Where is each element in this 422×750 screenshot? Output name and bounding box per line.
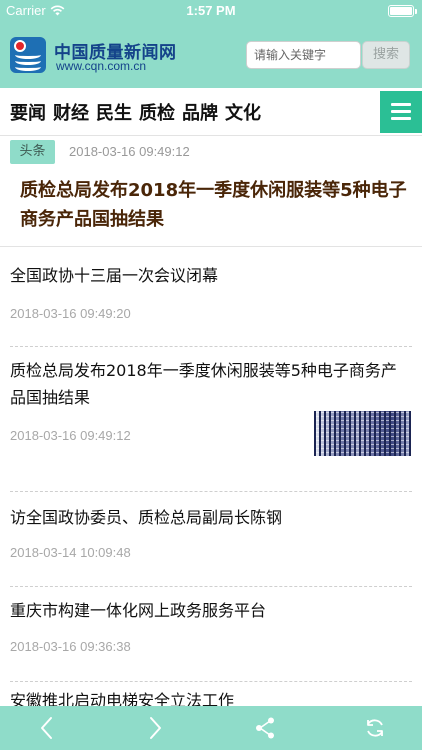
list-item[interactable]: 访全国政协委员、质检总局副局长陈钢 2018-03-14 10:09:48 [0, 492, 422, 587]
logo-url: www.cqn.com.cn [56, 59, 147, 73]
share-button[interactable] [243, 706, 287, 750]
tab-caijing[interactable]: 财经 [53, 99, 89, 125]
menu-icon[interactable] [380, 91, 422, 133]
refresh-icon [367, 719, 383, 737]
news-date: 2018-03-16 09:49:20 [10, 306, 131, 321]
tab-minsheng[interactable]: 民生 [96, 99, 132, 125]
status-bar: Carrier 1:57 PM [0, 0, 422, 22]
tab-wenhua[interactable]: 文化 [225, 99, 261, 125]
back-button[interactable] [25, 706, 69, 750]
news-title[interactable]: 重庆市构建一体化网上政务服务平台 [10, 597, 410, 624]
tab-yaowen[interactable]: 要闻 [10, 99, 46, 125]
clock: 1:57 PM [186, 3, 236, 18]
news-date: 2018-03-16 09:36:38 [10, 639, 131, 654]
headline-date: 2018-03-16 09:49:12 [69, 144, 190, 159]
news-date: 2018-03-14 10:09:48 [10, 545, 131, 560]
forward-button[interactable] [133, 706, 177, 750]
search-button[interactable]: 搜索 [362, 41, 410, 69]
news-date: 2018-03-16 09:49:12 [10, 428, 131, 443]
news-title[interactable]: 质检总局发布2018年一季度休闲服装等5种电子商务产品国抽结果 [10, 357, 412, 411]
tab-pinpai[interactable]: 品牌 [182, 99, 218, 125]
list-item[interactable]: 重庆市构建一体化网上政务服务平台 2018-03-16 09:36:38 [0, 587, 422, 682]
search-input[interactable]: 请输入关键字 [246, 41, 361, 69]
headline-card[interactable]: 头条 2018-03-16 09:49:12 质检总局发布2018年一季度休闲服… [0, 136, 422, 247]
logo-icon[interactable] [10, 37, 46, 73]
news-thumbnail[interactable] [314, 411, 411, 456]
refresh-button[interactable] [353, 706, 397, 750]
site-header: 中国质量新闻网 www.cqn.com.cn 请输入关键字 搜索 [0, 22, 422, 88]
headline-title[interactable]: 质检总局发布2018年一季度休闲服装等5种电子商务产品国抽结果 [20, 176, 410, 234]
tab-zhijian[interactable]: 质检 [139, 99, 175, 125]
bottom-toolbar [0, 706, 422, 750]
app-screen: Carrier 1:57 PM 中国质量新闻网 www.cqn.com.cn 请… [0, 0, 422, 750]
category-tabs: 要闻 财经 民生 质检 品牌 文化 [10, 88, 261, 136]
news-title[interactable]: 安徽推北启动电梯安全立法工作 [10, 687, 410, 706]
news-title[interactable]: 访全国政协委员、质检总局副局长陈钢 [10, 504, 410, 531]
category-nav: 要闻 财经 民生 质检 品牌 文化 [0, 88, 422, 136]
headline-tag: 头条 [10, 140, 55, 164]
news-title[interactable]: 全国政协十三届一次会议闭幕 [10, 262, 410, 289]
share-icon [256, 717, 274, 739]
chevron-left-icon [41, 717, 52, 739]
list-item[interactable]: 安徽推北启动电梯安全立法工作 [0, 682, 422, 706]
chevron-right-icon [150, 717, 161, 739]
list-item[interactable]: 全国政协十三届一次会议闭幕 2018-03-16 09:49:20 [0, 247, 422, 347]
battery-icon [388, 5, 417, 17]
